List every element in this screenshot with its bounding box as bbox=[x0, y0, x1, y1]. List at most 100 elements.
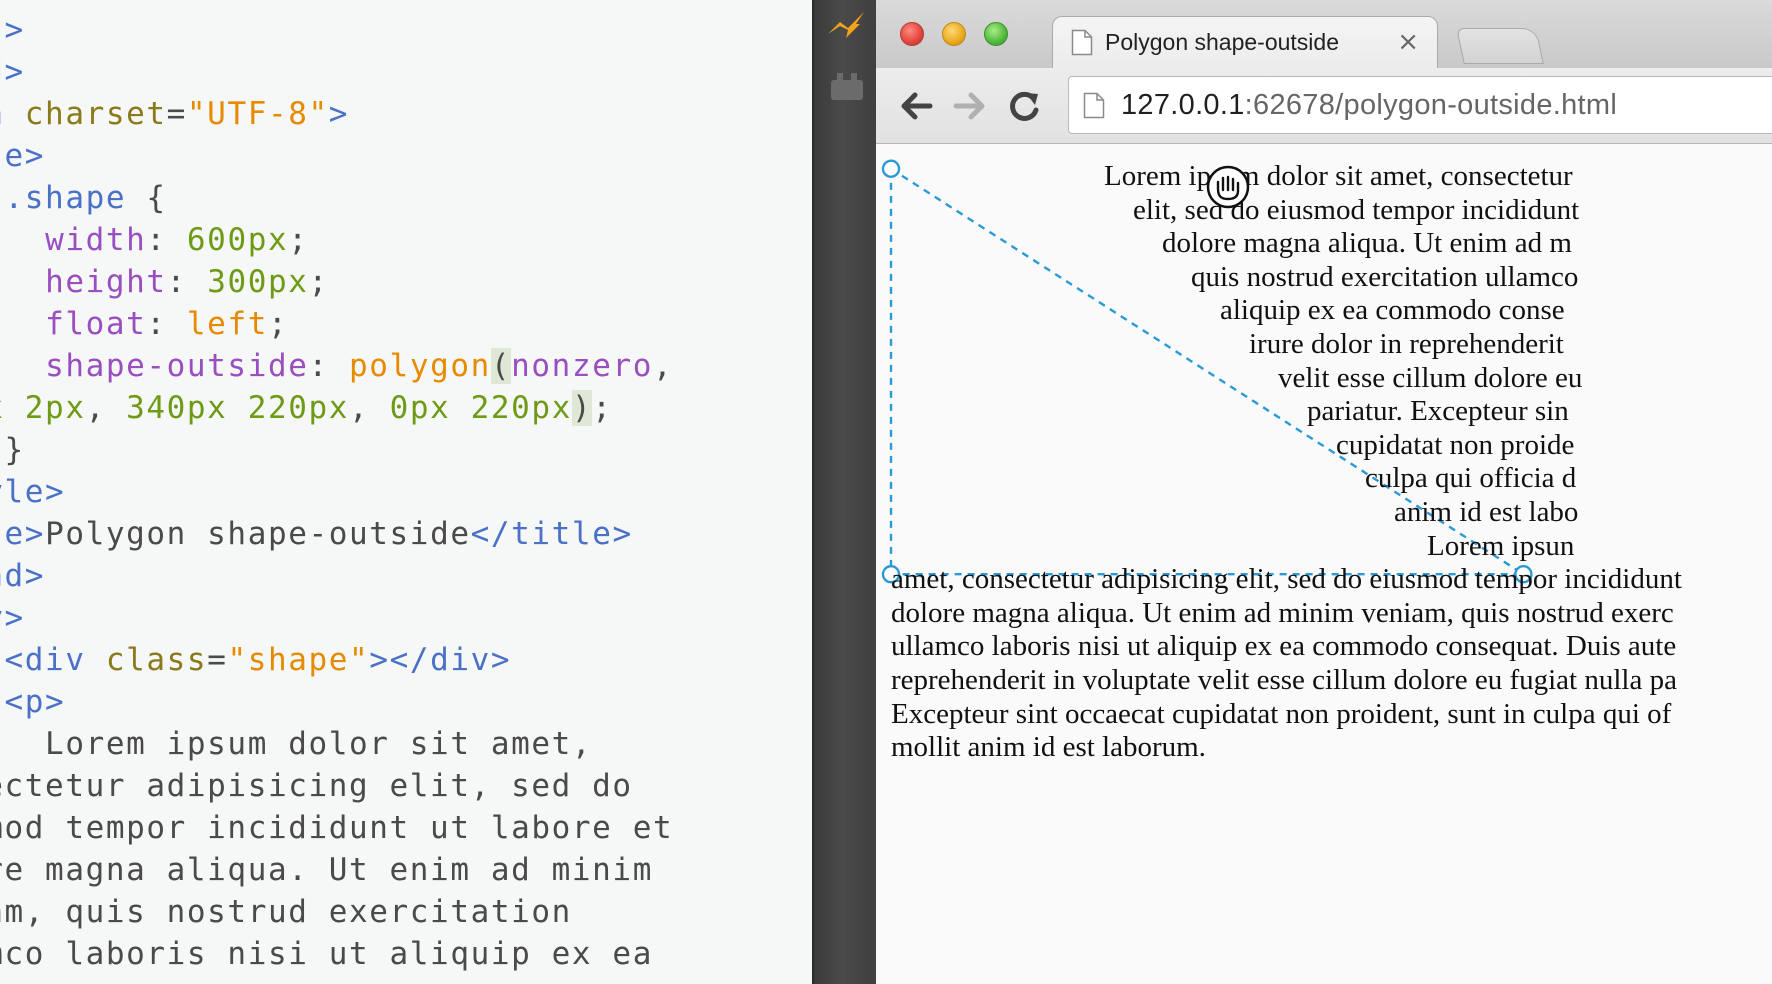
code-token: 220px bbox=[247, 390, 350, 426]
new-tab-button[interactable] bbox=[1456, 28, 1544, 64]
code-line[interactable]: } bbox=[0, 429, 673, 471]
forward-arrow-icon[interactable] bbox=[950, 88, 990, 124]
tab-strip: Polygon shape-outside × bbox=[876, 0, 1772, 70]
code-line[interactable]: ead> bbox=[0, 555, 673, 597]
paragraph-line: anim id est labo bbox=[1394, 496, 1579, 528]
code-line[interactable]: float: left; bbox=[0, 303, 673, 345]
code-line[interactable]: smod tempor incididunt ut labore et bbox=[0, 807, 673, 849]
code-token: nonzero bbox=[511, 348, 654, 384]
code-token: width bbox=[45, 222, 147, 258]
code-line[interactable]: shape-outside: polygon(nonzero, bbox=[0, 345, 673, 387]
code-token: ( bbox=[490, 348, 512, 384]
code-token: 220px bbox=[470, 390, 572, 426]
code-line[interactable]: width: 600px; bbox=[0, 219, 673, 261]
paragraph-line: Lorem ipsun bbox=[1427, 529, 1575, 562]
bolt-icon[interactable] bbox=[826, 10, 868, 40]
code-line[interactable]: ta charset="UTF-8"> bbox=[0, 93, 673, 135]
editor-side-strip bbox=[812, 0, 876, 984]
code-token: float bbox=[45, 306, 147, 342]
plug-icon[interactable] bbox=[828, 70, 866, 104]
code-token: : bbox=[146, 306, 187, 342]
code-token: <p> bbox=[4, 684, 66, 720]
code-line[interactable]: ore magna aliqua. Ut enim ad minim bbox=[0, 849, 673, 891]
code-line[interactable]: yle> bbox=[0, 135, 673, 177]
browser-window: Polygon shape-outside × 127.0.0.1:62678/… bbox=[876, 0, 1772, 984]
code-token: dy> bbox=[0, 600, 25, 636]
zoom-window-button[interactable] bbox=[984, 22, 1008, 46]
close-window-button[interactable] bbox=[900, 22, 924, 46]
close-icon[interactable]: × bbox=[1397, 27, 1419, 57]
code-line[interactable]: OCTYPE HTML> bbox=[0, 0, 673, 9]
code-token: amco laboris nisi ut aliquip ex ea bbox=[0, 936, 653, 972]
code-token: 340px bbox=[126, 390, 228, 426]
code-token: { bbox=[146, 180, 167, 216]
code-token: , bbox=[349, 390, 390, 426]
code-token: Polygon shape-outside bbox=[45, 516, 471, 552]
code-token: 300px bbox=[207, 264, 309, 300]
code-token: shape-outside bbox=[45, 348, 309, 384]
code-token: : bbox=[146, 222, 187, 258]
page-content: Lorem ipsum dolor sit amet, consectetur e… bbox=[876, 145, 1772, 984]
code-token: ml> bbox=[0, 12, 25, 48]
code-token: iam, quis nostrud exercitation bbox=[0, 894, 572, 930]
code-line[interactable]: px 2px, 340px 220px, 0px 220px); bbox=[0, 387, 673, 429]
paragraph-line: cupidatat non proide bbox=[1336, 428, 1575, 461]
code-line[interactable]: height: 300px; bbox=[0, 261, 673, 303]
code-token: OCTYPE HTML> bbox=[0, 0, 207, 6]
code-line[interactable]: iam, quis nostrud exercitation bbox=[0, 891, 673, 933]
code-token: ; bbox=[267, 306, 289, 342]
paragraph-line: dolore magna aliqua. Ut enim ad m bbox=[1162, 227, 1572, 260]
code-lines[interactable]: OCTYPE HTML> ml> ad> ta charset="UTF-8">yle… bbox=[0, 0, 673, 975]
code-line[interactable]: .shape { bbox=[0, 177, 673, 219]
code-token: 2px bbox=[24, 390, 86, 426]
code-token: "shape" bbox=[227, 642, 370, 678]
polygon-vertex-handle[interactable] bbox=[881, 159, 901, 178]
code-token: = bbox=[207, 642, 228, 678]
code-line[interactable]: amco laboris nisi ut aliquip ex ea bbox=[0, 933, 673, 975]
code-line[interactable]: sectetur adipisicing elit, sed do bbox=[0, 765, 673, 807]
code-token: ; bbox=[308, 264, 329, 300]
code-line[interactable]: Lorem ipsum dolor sit amet, bbox=[0, 723, 673, 765]
code-line[interactable]: tyle> bbox=[0, 471, 673, 513]
address-bar[interactable]: 127.0.0.1:62678/polygon-outside.html bbox=[1068, 76, 1772, 134]
browser-toolbar: 127.0.0.1:62678/polygon-outside.html bbox=[876, 68, 1772, 144]
url-host: 127.0.0.1 bbox=[1121, 89, 1245, 121]
tab-polygon-shape-outside[interactable]: Polygon shape-outside × bbox=[1052, 16, 1438, 70]
code-token: <div bbox=[4, 642, 86, 678]
code-token: height bbox=[45, 264, 167, 300]
paragraph-line: pariatur. Excepteur sin bbox=[1307, 395, 1569, 428]
code-token: , bbox=[85, 390, 127, 426]
back-arrow-icon[interactable] bbox=[896, 88, 936, 124]
reload-icon[interactable] bbox=[1004, 88, 1044, 124]
paragraph-line: quis nostrud exercitation ullamco bbox=[1191, 260, 1579, 293]
code-line[interactable]: <div class="shape"></div> bbox=[0, 639, 673, 681]
url-text[interactable]: 127.0.0.1:62678/polygon-outside.html bbox=[1121, 89, 1617, 122]
code-token: sectetur adipisicing elit, sed do bbox=[0, 768, 633, 804]
code-line[interactable]: ml> bbox=[0, 9, 673, 51]
code-token: 600px bbox=[186, 222, 289, 258]
paragraph-line: culpa qui officia d bbox=[1365, 462, 1577, 495]
code-token: polygon bbox=[349, 348, 491, 384]
code-line[interactable]: dy> bbox=[0, 597, 673, 639]
code-token: ; bbox=[592, 390, 613, 426]
code-line[interactable]: ad> bbox=[0, 51, 673, 93]
code-token: yle> bbox=[0, 138, 46, 174]
paragraph-line: elit, sed do eiusmod tempor incididunt bbox=[1133, 193, 1580, 226]
minimize-window-button[interactable] bbox=[942, 22, 966, 46]
paragraph-line: aliquip ex ea commodo conse bbox=[1220, 294, 1565, 327]
code-line[interactable]: <p> bbox=[0, 681, 673, 723]
code-token: : bbox=[308, 348, 350, 384]
code-line[interactable]: tle>Polygon shape-outside</title> bbox=[0, 513, 673, 555]
code-token: : bbox=[166, 264, 208, 300]
code-token: , bbox=[653, 348, 674, 384]
code-token: left bbox=[186, 306, 268, 342]
code-editor[interactable]: OCTYPE HTML> ml> ad> ta charset="UTF-8">yle… bbox=[0, 0, 812, 984]
code-token: ; bbox=[288, 222, 309, 258]
code-token: ad> bbox=[0, 54, 25, 90]
code-token: 0px bbox=[389, 390, 451, 426]
